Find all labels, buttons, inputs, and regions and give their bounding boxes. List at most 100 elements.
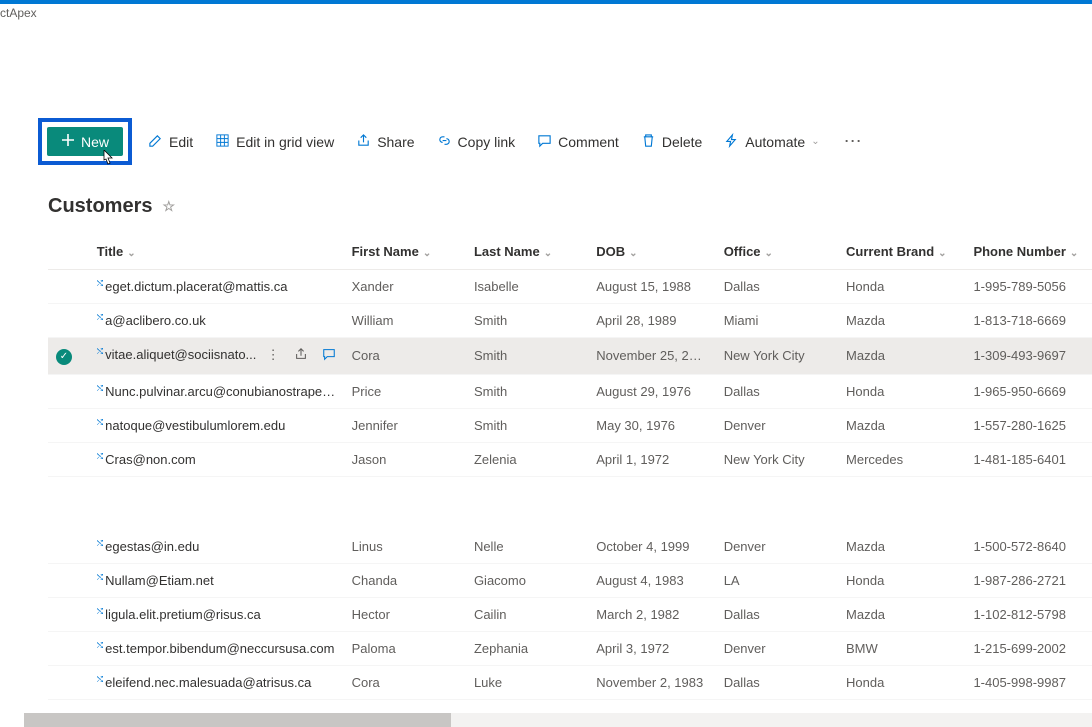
row-select[interactable]: ✓ (48, 338, 89, 375)
cell-phone: 1-481-185-6401 (965, 442, 1092, 476)
row-select[interactable] (48, 304, 89, 338)
row-select[interactable] (48, 408, 89, 442)
table-row[interactable]: ✓⤭vitae.aliquet@sociisnato...⋮CoraSmithN… (48, 338, 1092, 375)
cell-title[interactable]: ⤭eleifend.nec.malesuada@atrisus.ca (89, 666, 344, 700)
cell-brand: BMW (838, 632, 965, 666)
row-select[interactable] (48, 666, 89, 700)
col-lastname[interactable]: Last Name⌄ (466, 234, 588, 270)
row-select[interactable] (48, 598, 89, 632)
cell-title[interactable]: ⤭Nullam@Etiam.net (89, 564, 344, 598)
col-phone[interactable]: Phone Number⌄ (965, 234, 1092, 270)
cell-title-text: natoque@vestibulumlorem.edu (105, 418, 285, 433)
cmd-label: Comment (558, 134, 619, 150)
copy-link-button[interactable]: Copy link (431, 129, 522, 155)
cell-title[interactable]: ⤭ligula.elit.pretium@risus.ca (89, 598, 344, 632)
edit-button[interactable]: Edit (142, 129, 199, 155)
favorite-icon[interactable]: ☆ (162, 198, 175, 215)
new-button[interactable]: New (47, 127, 123, 156)
cell-office: Dallas (716, 374, 838, 408)
cell-lastname: Smith (466, 304, 588, 338)
horizontal-scrollbar[interactable] (24, 713, 1092, 727)
table-row[interactable]: ⤭Cras@non.comJasonZeleniaApril 1, 1972Ne… (48, 442, 1092, 476)
col-select[interactable] (48, 234, 89, 270)
cell-dob: May 30, 1976 (588, 408, 715, 442)
col-firstname[interactable]: First Name⌄ (344, 234, 466, 270)
cell-title[interactable]: ⤭egestas@in.edu (89, 530, 344, 564)
link-indicator-icon: ⤭ (97, 607, 103, 616)
cell-office: New York City (716, 442, 838, 476)
table-row[interactable]: ⤭eleifend.nec.malesuada@atrisus.caCoraLu… (48, 666, 1092, 700)
cell-office: Dallas (716, 666, 838, 700)
edit-grid-button[interactable]: Edit in grid view (209, 129, 340, 155)
col-office[interactable]: Office⌄ (716, 234, 838, 270)
scrollbar-thumb[interactable] (24, 713, 451, 727)
table-row[interactable]: ⤭a@aclibero.co.ukWilliamSmithApril 28, 1… (48, 304, 1092, 338)
check-icon: ✓ (56, 349, 72, 365)
link-indicator-icon: ⤭ (97, 418, 103, 427)
cell-firstname: Xander (344, 270, 466, 304)
comment-icon (537, 133, 552, 151)
cell-title[interactable]: ⤭vitae.aliquet@sociisnato...⋮ (89, 338, 344, 375)
cell-title-text: Nunc.pulvinar.arcu@conubianostraper.edu (105, 384, 343, 399)
delete-icon (641, 133, 656, 151)
cell-title[interactable]: ⤭eget.dictum.placerat@mattis.ca (89, 270, 344, 304)
link-indicator-icon: ⤭ (97, 539, 103, 548)
row-share-icon[interactable] (294, 347, 308, 364)
cell-title[interactable]: ⤭Nunc.pulvinar.arcu@conubianostraper.edu (89, 374, 344, 408)
cell-office: Denver (716, 408, 838, 442)
cell-lastname: Smith (466, 408, 588, 442)
cell-dob: November 2, 1983 (588, 666, 715, 700)
list-title: Customers (48, 195, 152, 218)
cell-phone: 1-813-718-6669 (965, 304, 1092, 338)
row-more-icon[interactable]: ⋮ (267, 347, 280, 364)
cell-title[interactable]: ⤭natoque@vestibulumlorem.edu (89, 408, 344, 442)
col-brand[interactable]: Current Brand⌄ (838, 234, 965, 270)
cell-title-text: Cras@non.com (105, 452, 196, 467)
table-row[interactable]: ⤭egestas@in.eduLinusNelleOctober 4, 1999… (48, 530, 1092, 564)
table-row[interactable]: ⤭est.tempor.bibendum@neccursusa.comPalom… (48, 632, 1092, 666)
row-select[interactable] (48, 632, 89, 666)
row-select[interactable] (48, 374, 89, 408)
row-select[interactable] (48, 530, 89, 564)
cell-title-text: vitae.aliquet@sociisnato... (105, 347, 256, 362)
cell-brand: Mazda (838, 530, 965, 564)
comment-button[interactable]: Comment (531, 129, 625, 155)
more-commands-button[interactable]: ⋯ (836, 127, 871, 156)
cell-dob: April 1, 1972 (588, 442, 715, 476)
cell-phone: 1-405-998-9987 (965, 666, 1092, 700)
table-row[interactable]: ⤭eget.dictum.placerat@mattis.caXanderIsa… (48, 270, 1092, 304)
link-indicator-icon: ⤭ (97, 279, 103, 288)
cell-title[interactable]: ⤭est.tempor.bibendum@neccursusa.com (89, 632, 344, 666)
cell-title-text: est.tempor.bibendum@neccursusa.com (105, 641, 334, 656)
table-row[interactable]: ⤭ligula.elit.pretium@risus.caHectorCaili… (48, 598, 1092, 632)
row-select[interactable] (48, 270, 89, 304)
grid-icon (215, 133, 230, 151)
plus-icon (61, 133, 75, 150)
cell-title[interactable]: ⤭Cras@non.com (89, 442, 344, 476)
chevron-down-icon: ⌄ (629, 248, 637, 259)
cell-phone: 1-215-699-2002 (965, 632, 1092, 666)
cell-brand: Mazda (838, 338, 965, 375)
row-comment-icon[interactable] (322, 347, 336, 364)
automate-button[interactable]: Automate ⌄ (718, 129, 825, 155)
row-select[interactable] (48, 442, 89, 476)
share-button[interactable]: Share (350, 129, 420, 155)
cell-office: Dallas (716, 270, 838, 304)
cell-brand: Mazda (838, 408, 965, 442)
cmd-label: Copy link (458, 134, 516, 150)
cell-brand: Honda (838, 666, 965, 700)
row-select[interactable] (48, 564, 89, 598)
cell-lastname: Giacomo (466, 564, 588, 598)
table-row[interactable]: ⤭natoque@vestibulumlorem.eduJenniferSmit… (48, 408, 1092, 442)
table-row[interactable]: ⤭Nullam@Etiam.netChandaGiacomoAugust 4, … (48, 564, 1092, 598)
new-button-label: New (81, 134, 109, 150)
cell-office: Denver (716, 632, 838, 666)
col-title[interactable]: Title⌄ (89, 234, 344, 270)
table-row[interactable]: ⤭Nunc.pulvinar.arcu@conubianostraper.edu… (48, 374, 1092, 408)
delete-button[interactable]: Delete (635, 129, 708, 155)
edit-icon (148, 133, 163, 151)
cell-firstname: Cora (344, 666, 466, 700)
cell-title-text: ligula.elit.pretium@risus.ca (105, 607, 261, 622)
cell-title[interactable]: ⤭a@aclibero.co.uk (89, 304, 344, 338)
col-dob[interactable]: DOB⌄ (588, 234, 715, 270)
